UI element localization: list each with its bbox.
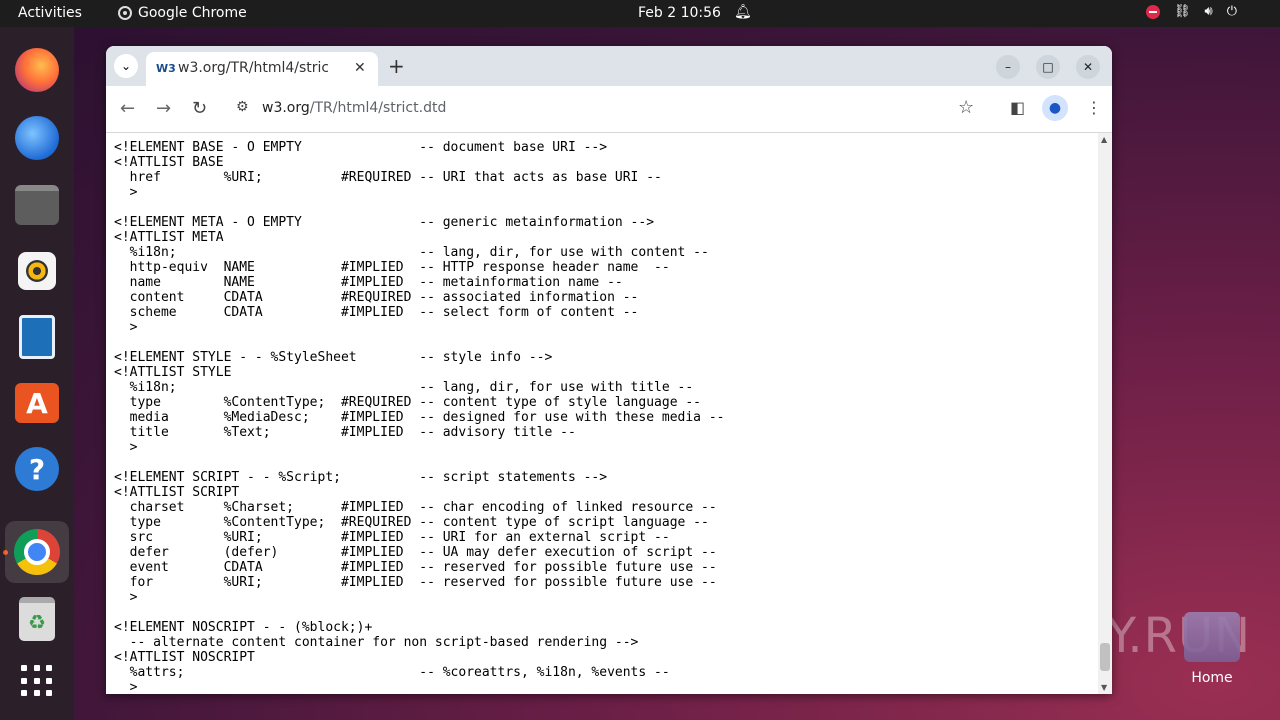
code-line: href %URI; #REQUIRED -- URI that acts as… xyxy=(114,170,662,185)
scroll-thumb[interactable] xyxy=(1100,643,1110,671)
code-line: <!ATTLIST NOSCRIPT xyxy=(114,650,255,665)
activities-button[interactable]: Activities xyxy=(18,5,82,21)
tab-title: w3.org/TR/html4/strict.dtd xyxy=(178,60,328,76)
code-line: scheme CDATA #IMPLIED -- select form of … xyxy=(114,305,639,320)
rhythmbox-icon xyxy=(18,252,56,290)
code-line: content CDATA #REQUIRED -- associated in… xyxy=(114,290,639,305)
bell-icon[interactable]: 🔔︎ xyxy=(734,4,752,20)
bookmark-star-icon[interactable]: ☆ xyxy=(958,97,974,118)
profile-avatar[interactable]: ● xyxy=(1042,95,1068,121)
page-content: <!ELEMENT BASE - O EMPTY -- document bas… xyxy=(106,133,1098,694)
code-line: <!ELEMENT STYLE - - %StyleSheet -- style… xyxy=(114,350,553,365)
show-apps-button[interactable] xyxy=(13,657,61,705)
back-button[interactable]: ← xyxy=(120,98,135,119)
code-line: src %URI; #IMPLIED -- URI for an externa… xyxy=(114,530,670,545)
code-line: > xyxy=(114,680,138,694)
url-host: w3.org xyxy=(262,100,310,116)
code-line: defer (defer) #IMPLIED -- UA may defer e… xyxy=(114,545,717,560)
code-line: %i18n; -- lang, dir, for use with conten… xyxy=(114,245,709,260)
tab-strip: ⌄ W3 w3.org/TR/html4/strict.dtd ✕ + – □ … xyxy=(106,46,1112,86)
chrome-icon xyxy=(14,529,60,575)
side-panel-icon[interactable]: ◧ xyxy=(1010,98,1025,117)
dock: A ? ♻ xyxy=(0,27,74,720)
menu-kebab-icon[interactable]: ⋮ xyxy=(1086,98,1102,117)
apps-grid-icon xyxy=(21,665,53,697)
code-line: charset %Charset; #IMPLIED -- char encod… xyxy=(114,500,717,515)
writer-icon xyxy=(19,315,55,359)
code-line: -- alternate content container for non s… xyxy=(114,635,639,650)
scroll-up-icon[interactable]: ▲ xyxy=(1101,135,1107,144)
writer-launcher[interactable] xyxy=(13,313,61,361)
code-line: <!ELEMENT META - O EMPTY -- generic meta… xyxy=(114,215,655,230)
close-tab-icon[interactable]: ✕ xyxy=(354,60,366,76)
firefox-icon xyxy=(15,48,59,92)
firefox-launcher[interactable] xyxy=(13,46,61,94)
scroll-down-icon[interactable]: ▼ xyxy=(1101,683,1107,692)
help-launcher[interactable]: ? xyxy=(13,445,61,493)
code-line: > xyxy=(114,590,138,605)
app-menu[interactable]: Google Chrome xyxy=(118,5,247,21)
volume-icon[interactable]: 🔊︎ xyxy=(1205,4,1213,19)
code-line: for %URI; #IMPLIED -- reserved for possi… xyxy=(114,575,717,590)
code-line: <!ATTLIST SCRIPT xyxy=(114,485,240,500)
network-icon[interactable]: ⛓︎ xyxy=(1174,4,1191,19)
scrollbar[interactable]: ▲ ▼ xyxy=(1098,133,1112,694)
rhythmbox-launcher[interactable] xyxy=(13,247,61,295)
stop-icon[interactable] xyxy=(1146,4,1160,19)
minimize-button[interactable]: – xyxy=(996,55,1020,79)
code-line: <!ELEMENT SCRIPT - - %Script; -- script … xyxy=(114,470,608,485)
code-line: event CDATA #IMPLIED -- reserved for pos… xyxy=(114,560,717,575)
code-line: <!ELEMENT NOSCRIPT - - (%block;)+ xyxy=(114,620,373,635)
favicon: W3 xyxy=(156,62,176,75)
close-window-button[interactable]: ✕ xyxy=(1076,55,1100,79)
url-text[interactable]: w3.org/TR/html4/strict.dtd xyxy=(262,100,446,116)
code-line: <!ATTLIST STYLE xyxy=(114,365,232,380)
code-line: <!ELEMENT BASE - O EMPTY -- document bas… xyxy=(114,140,608,155)
code-line: media %MediaDesc; #IMPLIED -- designed f… xyxy=(114,410,725,425)
dtd-text: <!ELEMENT BASE - O EMPTY -- document bas… xyxy=(106,133,1098,694)
maximize-button[interactable]: □ xyxy=(1036,55,1060,79)
folder-icon xyxy=(1184,612,1240,662)
home-folder[interactable]: Home xyxy=(1180,612,1244,686)
code-line: http-equiv NAME #IMPLIED -- HTTP respons… xyxy=(114,260,670,275)
code-line: type %ContentType; #REQUIRED -- content … xyxy=(114,515,709,530)
thunderbird-launcher[interactable] xyxy=(13,114,61,162)
help-icon: ? xyxy=(15,447,59,491)
code-line: > xyxy=(114,440,138,455)
chrome-launcher[interactable] xyxy=(5,521,69,583)
forward-button[interactable]: → xyxy=(156,98,171,119)
code-line: title %Text; #IMPLIED -- advisory title … xyxy=(114,425,576,440)
new-tab-button[interactable]: + xyxy=(388,54,405,78)
code-line: type %ContentType; #REQUIRED -- content … xyxy=(114,395,701,410)
code-line: > xyxy=(114,185,138,200)
code-line: name NAME #IMPLIED -- metainformation na… xyxy=(114,275,623,290)
clock[interactable]: Feb 2 10:56 xyxy=(638,5,721,21)
reload-button[interactable]: ↻ xyxy=(192,98,207,119)
app-name: Google Chrome xyxy=(138,5,247,21)
address-bar[interactable]: ⚙︎ w3.org/TR/html4/strict.dtd xyxy=(224,93,992,125)
code-line: > xyxy=(114,320,138,335)
url-path: /TR/html4/strict.dtd xyxy=(309,100,447,116)
app-center-launcher[interactable]: A xyxy=(13,379,61,427)
system-tray[interactable]: ⛓︎ 🔊︎ ⏻ xyxy=(1146,4,1237,19)
app-center-icon: A xyxy=(15,383,59,423)
trash-icon: ♻ xyxy=(19,597,55,641)
thunderbird-icon xyxy=(15,116,59,160)
code-line: %i18n; -- lang, dir, for use with title … xyxy=(114,380,694,395)
tab-active[interactable]: W3 w3.org/TR/html4/strict.dtd ✕ xyxy=(146,52,378,86)
code-line: <!ATTLIST META xyxy=(114,230,224,245)
top-bar: Activities Google Chrome Feb 2 10:56 🔔︎ … xyxy=(0,0,1280,27)
tab-search-button[interactable]: ⌄ xyxy=(114,54,138,78)
site-info-icon[interactable]: ⚙︎ xyxy=(236,99,249,115)
power-icon[interactable]: ⏻ xyxy=(1227,4,1237,19)
chrome-icon xyxy=(118,6,132,20)
home-label: Home xyxy=(1191,670,1233,686)
code-line: %attrs; -- %coreattrs, %i18n, %events -- xyxy=(114,665,670,680)
code-line: <!ATTLIST BASE xyxy=(114,155,224,170)
chrome-window: ⌄ W3 w3.org/TR/html4/strict.dtd ✕ + – □ … xyxy=(106,46,1112,694)
trash-launcher[interactable]: ♻ xyxy=(13,595,61,643)
toolbar: ← → ↻ ⚙︎ w3.org/TR/html4/strict.dtd ☆ ◧ … xyxy=(106,86,1112,133)
files-icon xyxy=(15,185,59,225)
files-launcher[interactable] xyxy=(13,181,61,229)
